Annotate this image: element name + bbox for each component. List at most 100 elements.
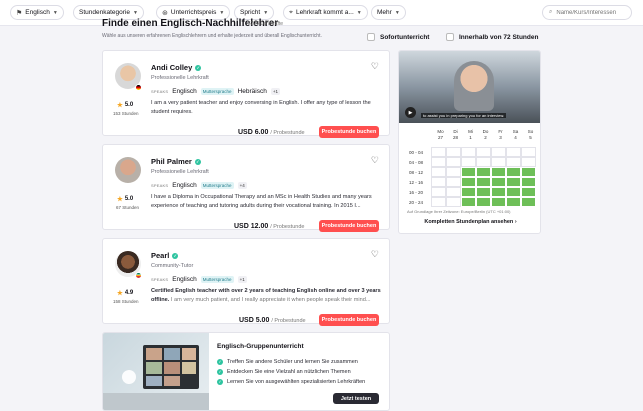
unavailable-slot[interactable] — [521, 147, 536, 157]
unavailable-slot[interactable] — [446, 197, 461, 207]
star-icon: ★ — [117, 196, 123, 203]
verified-icon: ✓ — [195, 64, 202, 71]
tutor-card[interactable]: ★ 5.0 153 Stunden Andi Colley ✓ Profession… — [102, 50, 390, 138]
tutor-name-row[interactable]: Andi Colley ✓ — [151, 63, 202, 72]
checkbox[interactable] — [446, 33, 454, 41]
within-72h-toggle[interactable]: Innerhalb von 72 Stunden — [446, 33, 538, 41]
instant-lesson-toggle[interactable]: Sofortunterricht — [367, 33, 429, 41]
time-slot-row: 08 - 12 — [409, 167, 536, 177]
chevron-down-icon: ▼ — [219, 9, 225, 16]
unavailable-slot[interactable] — [506, 157, 521, 167]
languages: SPEAKS Englisch Muttersprache +4 — [151, 182, 247, 189]
day-header: So 5 — [527, 129, 534, 140]
available-slot[interactable] — [521, 197, 536, 207]
tutor-card[interactable]: ★ 4.9 158 Stunden Pearl ✓ Community-Tutor … — [102, 238, 390, 326]
available-slot[interactable] — [521, 187, 536, 197]
unavailable-slot[interactable] — [506, 147, 521, 157]
unavailable-slot[interactable] — [461, 157, 476, 167]
more-languages-badge[interactable]: +1 — [237, 276, 247, 283]
unavailable-slot[interactable] — [431, 167, 446, 177]
available-slot[interactable] — [506, 197, 521, 207]
filter-bar: ⚑ Englisch ▼ Stundenkategorie ▼ ⊛ Unterricht… — [0, 0, 643, 26]
available-slot[interactable] — [461, 197, 476, 207]
languages: SPEAKS Englisch Muttersprache Hebräisch … — [151, 88, 280, 95]
available-slot[interactable] — [461, 177, 476, 187]
native-badge: Muttersprache — [200, 276, 234, 283]
unavailable-slot[interactable] — [431, 187, 446, 197]
star-icon: ★ — [117, 102, 123, 109]
unavailable-slot[interactable] — [491, 157, 506, 167]
try-now-button[interactable]: Jetzt testen — [333, 393, 379, 404]
trial-price: USD 12.00 / Probestunde — [234, 223, 305, 230]
heart-icon[interactable]: ♡ — [371, 249, 379, 260]
search-box[interactable]: ⌕ — [542, 5, 632, 20]
available-slot[interactable] — [521, 167, 536, 177]
tutor-name-row[interactable]: Phil Palmer ✓ — [151, 157, 201, 166]
unavailable-slot[interactable] — [476, 157, 491, 167]
star-icon: ★ — [117, 290, 123, 297]
available-slot[interactable] — [506, 187, 521, 197]
tutor-name-row[interactable]: Pearl ✓ — [151, 251, 179, 260]
heart-icon[interactable]: ♡ — [371, 155, 379, 166]
rating: ★ 4.9 — [117, 290, 134, 297]
native-badge: Muttersprache — [200, 182, 234, 189]
check-icon: ✓ — [217, 369, 223, 375]
list-item: ✓ Treffen Sie andere Schüler und lernen S… — [217, 359, 358, 365]
unavailable-slot[interactable] — [431, 157, 446, 167]
tutor-role: Professionelle Lehrkraft — [151, 169, 209, 175]
play-icon[interactable]: ▶ — [405, 107, 416, 118]
available-slot[interactable] — [476, 197, 491, 207]
tutor-count: 5724 Lehrkräfte — [248, 21, 284, 27]
checkbox[interactable] — [367, 33, 375, 41]
unavailable-slot[interactable] — [446, 157, 461, 167]
unavailable-slot[interactable] — [431, 197, 446, 207]
unavailable-slot[interactable] — [491, 147, 506, 157]
list-item: ✓ Entdecken Sie eine Vielzahl an nützlich… — [217, 369, 351, 375]
available-slot[interactable] — [476, 177, 491, 187]
unavailable-slot[interactable] — [446, 187, 461, 197]
more-languages-badge[interactable]: +4 — [237, 182, 247, 189]
unavailable-slot[interactable] — [446, 167, 461, 177]
group-class-image — [103, 333, 209, 410]
available-slot[interactable] — [506, 167, 521, 177]
more-filter[interactable]: Mehr ▼ — [371, 5, 406, 20]
location-filter[interactable]: ⌖ Lehrkraft kommt a... ▼ — [283, 5, 368, 20]
unavailable-slot[interactable] — [431, 177, 446, 187]
available-slot[interactable] — [491, 167, 506, 177]
unavailable-slot[interactable] — [521, 157, 536, 167]
avatar[interactable] — [115, 157, 141, 183]
book-trial-button[interactable]: Probestunde buchen — [319, 314, 379, 326]
available-slot[interactable] — [491, 177, 506, 187]
tutor-card[interactable]: ★ 5.0 67 Stunden Phil Palmer ✓ Professione… — [102, 144, 390, 232]
trial-price: USD 6.00 / Probestunde — [238, 129, 305, 136]
country-flag-icon — [135, 272, 142, 279]
available-slot[interactable] — [491, 187, 506, 197]
unavailable-slot[interactable] — [446, 147, 461, 157]
available-slot[interactable] — [461, 187, 476, 197]
search-icon: ⌕ — [549, 9, 553, 15]
available-slot[interactable] — [476, 187, 491, 197]
book-trial-button[interactable]: Probestunde buchen — [319, 220, 379, 232]
more-languages-badge[interactable]: +1 — [270, 88, 280, 95]
flag-icon: ⚑ — [16, 9, 23, 17]
unavailable-slot[interactable] — [431, 147, 446, 157]
available-slot[interactable] — [476, 167, 491, 177]
intro-video[interactable]: ▶ to assist you in preparing you for an … — [399, 51, 540, 123]
unavailable-slot[interactable] — [461, 147, 476, 157]
time-slot-row: 16 - 20 — [409, 187, 536, 197]
book-trial-button[interactable]: Probestunde buchen — [319, 126, 379, 138]
language-filter[interactable]: ⚑ Englisch ▼ — [10, 5, 64, 20]
available-slot[interactable] — [506, 177, 521, 187]
day-header: Mi 1 — [468, 129, 473, 140]
time-slot-row: 04 - 08 — [409, 157, 536, 167]
price-tag-icon: ⊛ — [162, 9, 168, 17]
heart-icon[interactable]: ♡ — [371, 61, 379, 72]
available-slot[interactable] — [491, 197, 506, 207]
search-input[interactable] — [556, 9, 627, 16]
verified-icon: ✓ — [194, 158, 201, 165]
available-slot[interactable] — [461, 167, 476, 177]
unavailable-slot[interactable] — [446, 177, 461, 187]
full-schedule-link[interactable]: Kompletten Stundenplan ansehen › — [399, 219, 540, 225]
unavailable-slot[interactable] — [476, 147, 491, 157]
available-slot[interactable] — [521, 177, 536, 187]
